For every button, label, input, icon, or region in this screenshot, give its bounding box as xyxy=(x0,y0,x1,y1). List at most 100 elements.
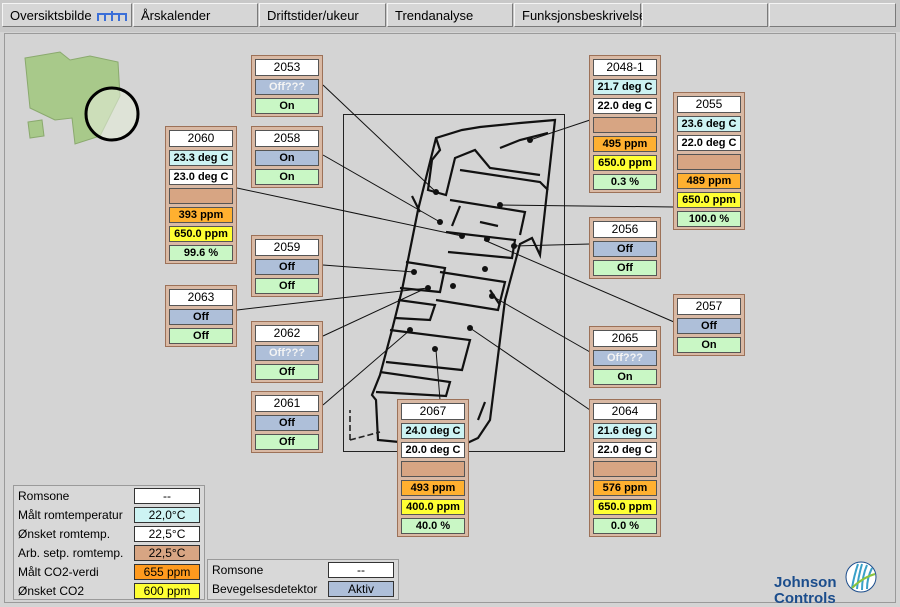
room-2060-card[interactable]: 2060 23.3 deg C 23.0 deg C 393 ppm 650.0… xyxy=(165,126,237,264)
room-number: 2067 xyxy=(401,403,465,420)
measured-co2: 489 ppm xyxy=(677,173,741,189)
room-2061-card[interactable]: 2061 Off Off xyxy=(251,391,323,453)
presence-status: On xyxy=(593,369,657,385)
room-number: 2060 xyxy=(169,130,233,147)
sensor-dot[interactable] xyxy=(497,202,503,208)
legend-value: -- xyxy=(328,562,394,578)
temperature-setpoint: 20.0 deg C xyxy=(401,442,465,458)
sensor-dot[interactable] xyxy=(484,236,490,242)
legend-row-room-zone: Romsone -- xyxy=(208,561,398,580)
motion-status: Off xyxy=(677,318,741,334)
room-number: 2058 xyxy=(255,130,319,147)
room-2058-card[interactable]: 2058 On On xyxy=(251,126,323,188)
measured-co2: 493 ppm xyxy=(401,480,465,496)
presence-status: On xyxy=(677,337,741,353)
legend-label: Romsone xyxy=(212,563,264,577)
presence-status: Off xyxy=(593,260,657,276)
sensor-dot[interactable] xyxy=(450,283,456,289)
brand-swirl-icon xyxy=(845,561,877,593)
presence-status: Off xyxy=(255,364,319,380)
legend-value: Aktiv xyxy=(328,581,394,597)
room-2065-card[interactable]: 2065 Off??? On xyxy=(589,326,661,388)
damper-percent: 40.0 % xyxy=(401,518,465,534)
room-number: 2065 xyxy=(593,330,657,347)
sensor-dot[interactable] xyxy=(411,269,417,275)
co2-setpoint: 400.0 ppm xyxy=(401,499,465,515)
legend-row-desired-temp: Ønsket romtemp. 22,5°C xyxy=(14,525,204,544)
room-2048-1-card[interactable]: 2048-1 21.7 deg C 22.0 deg C 495 ppm 650… xyxy=(589,55,661,193)
legend-row-measured-temp: Målt romtemperatur 22,0°C xyxy=(14,506,204,525)
room-number: 2059 xyxy=(255,239,319,256)
damper-percent: 99.6 % xyxy=(169,245,233,261)
measured-temperature: 24.0 deg C xyxy=(401,423,465,439)
legend-row-working-setpoint: Arb. setp. romtemp. 22,5°C xyxy=(14,544,204,563)
room-2064-card[interactable]: 2064 21.6 deg C 22.0 deg C 576 ppm 650.0… xyxy=(589,399,661,537)
legend-row-measured-co2: Målt CO2-verdi 655 ppm xyxy=(14,563,204,582)
motion-status: Off xyxy=(255,259,319,275)
sensor-dot[interactable] xyxy=(527,137,533,143)
climate-legend: Romsone -- Målt romtemperatur 22,0°C Øns… xyxy=(13,485,205,600)
legend-label: Ønsket CO2 xyxy=(18,584,85,598)
legend-value: 655 ppm xyxy=(134,564,200,580)
temperature-setpoint: 22.0 deg C xyxy=(677,135,741,151)
measured-temperature: 23.3 deg C xyxy=(169,150,233,166)
logo-line-1: Johnson xyxy=(774,574,837,591)
legend-value: 600 ppm xyxy=(134,583,200,599)
room-2053-card[interactable]: 2053 Off??? On xyxy=(251,55,323,117)
sensor-dot[interactable] xyxy=(459,233,465,239)
room-2057-card[interactable]: 2057 Off On xyxy=(673,294,745,356)
damper-percent: 0.3 % xyxy=(593,174,657,190)
motion-status: Off??? xyxy=(255,345,319,361)
room-2063-card[interactable]: 2063 Off Off xyxy=(165,285,237,347)
legend-row-motion-detector: Bevegelsesdetektor Aktiv xyxy=(208,580,398,599)
room-number: 2062 xyxy=(255,325,319,342)
room-2056-card[interactable]: 2056 Off Off xyxy=(589,217,661,279)
presence-status: Off xyxy=(255,434,319,450)
johnson-controls-logo: Johnson Controls xyxy=(770,560,890,607)
room-number: 2056 xyxy=(593,221,657,238)
room-2059-card[interactable]: 2059 Off Off xyxy=(251,235,323,297)
legend-value: -- xyxy=(134,488,200,504)
measured-co2: 495 ppm xyxy=(593,136,657,152)
sensor-dot[interactable] xyxy=(437,219,443,225)
measured-temperature: 21.7 deg C xyxy=(593,79,657,95)
measured-temperature: 21.6 deg C xyxy=(593,423,657,439)
room-number: 2063 xyxy=(169,289,233,306)
presence-status: On xyxy=(255,169,319,185)
logo-line-2: Controls xyxy=(774,590,836,607)
motion-status: Off xyxy=(169,309,233,325)
room-number: 2048-1 xyxy=(593,59,657,76)
legend-label: Romsone xyxy=(18,489,70,503)
room-2055-card[interactable]: 2055 23.6 deg C 22.0 deg C 489 ppm 650.0… xyxy=(673,92,745,230)
sensor-dot[interactable] xyxy=(482,266,488,272)
legend-label: Ønsket romtemp. xyxy=(18,527,111,541)
sensor-dot[interactable] xyxy=(489,293,495,299)
logo-text: Johnson Controls xyxy=(774,575,837,607)
room-2067-card[interactable]: 2067 24.0 deg C 20.0 deg C 493 ppm 400.0… xyxy=(397,399,469,537)
room-number: 2057 xyxy=(677,298,741,315)
damper-percent: 0.0 % xyxy=(593,518,657,534)
legend-label: Målt CO2-verdi xyxy=(18,565,99,579)
working-setpoint xyxy=(677,154,741,170)
sensor-dot[interactable] xyxy=(511,243,517,249)
sensor-dot[interactable] xyxy=(467,325,473,331)
room-2062-card[interactable]: 2062 Off??? Off xyxy=(251,321,323,383)
co2-setpoint: 650.0 ppm xyxy=(593,499,657,515)
presence-status: Off xyxy=(169,328,233,344)
legend-label: Arb. setp. romtemp. xyxy=(18,546,124,560)
room-number: 2064 xyxy=(593,403,657,420)
working-setpoint xyxy=(169,188,233,204)
co2-setpoint: 650.0 ppm xyxy=(677,192,741,208)
sensor-dot[interactable] xyxy=(433,189,439,195)
temperature-setpoint: 22.0 deg C xyxy=(593,442,657,458)
room-number: 2053 xyxy=(255,59,319,76)
legend-value: 22,5°C xyxy=(134,545,200,561)
legend-row-room-zone: Romsone -- xyxy=(14,487,204,506)
sensor-dot[interactable] xyxy=(432,346,438,352)
temperature-setpoint: 23.0 deg C xyxy=(169,169,233,185)
temperature-setpoint: 22.0 deg C xyxy=(593,98,657,114)
sensor-dot[interactable] xyxy=(407,327,413,333)
measured-co2: 393 ppm xyxy=(169,207,233,223)
co2-setpoint: 650.0 ppm xyxy=(593,155,657,171)
sensor-dot[interactable] xyxy=(425,285,431,291)
